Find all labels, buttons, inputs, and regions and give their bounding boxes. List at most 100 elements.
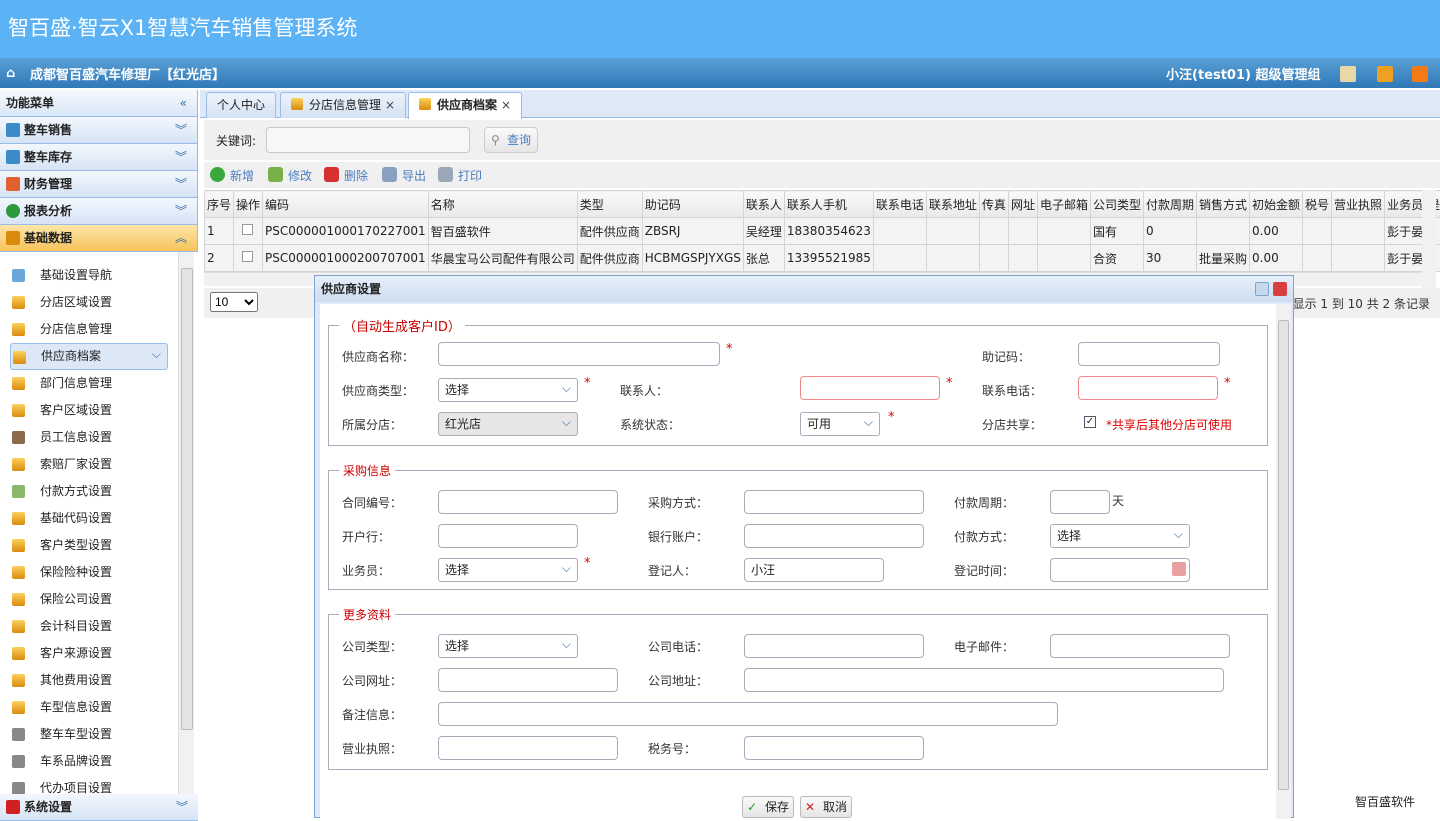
regtime-input[interactable] bbox=[1050, 558, 1190, 582]
close-icon[interactable]: × bbox=[501, 98, 511, 112]
supplier-type-select[interactable]: 选择 bbox=[438, 378, 578, 402]
period-input[interactable] bbox=[1050, 490, 1110, 514]
group-vehicle-stock[interactable]: 整车库存︾ bbox=[0, 144, 197, 171]
email-input[interactable] bbox=[1050, 634, 1230, 658]
group-vehicle-sales[interactable]: 整车销售︾ bbox=[0, 117, 197, 144]
sidebar-item[interactable]: 车系品牌设置 bbox=[10, 748, 168, 775]
status-select[interactable]: 可用 bbox=[800, 412, 880, 436]
add-button[interactable]: 新增 bbox=[210, 167, 254, 184]
tab-personal[interactable]: 个人中心 bbox=[206, 92, 276, 118]
sidebar-item[interactable]: 客户来源设置 bbox=[10, 640, 168, 667]
column-header[interactable]: 初始金额 bbox=[1250, 191, 1303, 218]
sidebar-item[interactable]: 基础代码设置 bbox=[10, 505, 168, 532]
column-header[interactable]: 助记码 bbox=[642, 191, 743, 218]
print-button[interactable]: 打印 bbox=[438, 167, 482, 184]
sidebar-item[interactable]: 客户类型设置 bbox=[10, 532, 168, 559]
column-header[interactable]: 公司类型 bbox=[1090, 191, 1143, 218]
share-checkbox[interactable]: ✓ bbox=[1084, 416, 1096, 428]
group-reports[interactable]: 报表分析︾ bbox=[0, 198, 197, 225]
sidebar-item[interactable]: 保险公司设置 bbox=[10, 586, 168, 613]
home-icon[interactable]: ⌂ bbox=[6, 66, 20, 80]
column-header[interactable]: 类型 bbox=[577, 191, 642, 218]
column-header[interactable]: 付款周期 bbox=[1143, 191, 1196, 218]
maximize-icon[interactable] bbox=[1255, 282, 1269, 296]
key-icon[interactable] bbox=[1377, 66, 1393, 82]
sidebar-item[interactable]: 客户区域设置 bbox=[10, 397, 168, 424]
column-header[interactable]: 网址 bbox=[1008, 191, 1037, 218]
dialog-scrollbar[interactable] bbox=[1276, 304, 1291, 819]
sidebar-item[interactable]: 整车车型设置 bbox=[10, 721, 168, 748]
sidebar-item-nav[interactable]: 基础设置导航 bbox=[10, 262, 168, 289]
page-size-select[interactable]: 10 bbox=[210, 292, 258, 312]
sidebar-scrollbar[interactable] bbox=[178, 252, 194, 794]
register-input[interactable]: 小汪 bbox=[744, 558, 884, 582]
contact-input[interactable] bbox=[800, 376, 940, 400]
delete-button[interactable]: 删除 bbox=[324, 167, 368, 184]
column-header[interactable]: 传真 bbox=[979, 191, 1008, 218]
row-checkbox[interactable] bbox=[242, 251, 253, 262]
calendar-icon[interactable] bbox=[1172, 562, 1186, 576]
column-header[interactable]: 联系人 bbox=[743, 191, 784, 218]
column-header[interactable]: 销售方式 bbox=[1197, 191, 1250, 218]
close-icon[interactable]: × bbox=[385, 98, 395, 112]
tab-branch-info[interactable]: 分店信息管理× bbox=[280, 92, 406, 118]
sidebar-item[interactable]: 分店信息管理 bbox=[10, 316, 168, 343]
close-icon[interactable] bbox=[1273, 282, 1287, 296]
account-input[interactable] bbox=[744, 524, 924, 548]
row-checkbox[interactable] bbox=[242, 224, 253, 235]
column-header[interactable]: 名称 bbox=[428, 191, 577, 218]
note-input[interactable] bbox=[438, 702, 1058, 726]
column-header[interactable]: 营业执照 bbox=[1332, 191, 1385, 218]
sidebar-item[interactable]: 员工信息设置 bbox=[10, 424, 168, 451]
contract-input[interactable] bbox=[438, 490, 618, 514]
group-finance[interactable]: 财务管理︾ bbox=[0, 171, 197, 198]
edit-button[interactable]: 修改 bbox=[268, 167, 312, 184]
phone-input[interactable] bbox=[1078, 376, 1218, 400]
sidebar-item[interactable]: 付款方式设置 bbox=[10, 478, 168, 505]
search-button[interactable]: ⚲查询 bbox=[484, 127, 538, 153]
column-header[interactable]: 业务员 bbox=[1385, 191, 1426, 218]
table-row[interactable]: 2PSC000001000200707001华晨宝马公司配件有限公司配件供应商H… bbox=[205, 245, 1440, 272]
search-input[interactable] bbox=[266, 127, 470, 153]
group-basic-data[interactable]: 基础数据︽ bbox=[0, 225, 197, 252]
column-header[interactable]: 联系电话 bbox=[873, 191, 926, 218]
column-header[interactable]: 序号 bbox=[205, 191, 234, 218]
sidebar-item[interactable]: 部门信息管理 bbox=[10, 370, 168, 397]
column-header[interactable]: 联系地址 bbox=[926, 191, 979, 218]
cancel-button[interactable]: ✕取消 bbox=[800, 796, 852, 818]
purchase-input[interactable] bbox=[744, 490, 924, 514]
bank-input[interactable] bbox=[438, 524, 578, 548]
address-input[interactable] bbox=[744, 668, 1224, 692]
sidebar-item-supplier[interactable]: 供应商档案 bbox=[10, 343, 168, 370]
grid-vscroll[interactable] bbox=[1422, 190, 1436, 290]
table-row[interactable]: 1PSC000001000170227001智百盛软件配件供应商ZBSRJ吴经理… bbox=[205, 218, 1440, 245]
column-header[interactable]: 电子邮箱 bbox=[1037, 191, 1090, 218]
sidebar-item[interactable]: 保险险种设置 bbox=[10, 559, 168, 586]
company-type-select[interactable]: 选择 bbox=[438, 634, 578, 658]
column-header[interactable]: 税号 bbox=[1303, 191, 1332, 218]
supplier-name-input[interactable] bbox=[438, 342, 720, 366]
column-header[interactable]: 联系人手机 bbox=[784, 191, 873, 218]
branch-select[interactable]: 红光店 bbox=[438, 412, 578, 436]
sidebar-item[interactable]: 会计科目设置 bbox=[10, 613, 168, 640]
sidebar-item[interactable]: 分店区域设置 bbox=[10, 289, 168, 316]
mnemonic-input[interactable] bbox=[1078, 342, 1220, 366]
license-input[interactable] bbox=[438, 736, 618, 760]
sidebar-item[interactable]: 索赔厂家设置 bbox=[10, 451, 168, 478]
column-header[interactable]: 编码 bbox=[263, 191, 429, 218]
website-input[interactable] bbox=[438, 668, 618, 692]
column-header[interactable]: 操作 bbox=[234, 191, 263, 218]
logout-icon[interactable] bbox=[1412, 66, 1428, 82]
sidebar-item[interactable]: 车型信息设置 bbox=[10, 694, 168, 721]
paymode-select[interactable]: 选择 bbox=[1050, 524, 1190, 548]
sales-select[interactable]: 选择 bbox=[438, 558, 578, 582]
company-phone-input[interactable] bbox=[744, 634, 924, 658]
collapse-icon[interactable]: « bbox=[180, 90, 187, 116]
tab-supplier[interactable]: 供应商档案× bbox=[408, 92, 522, 119]
export-button[interactable]: 导出 bbox=[382, 167, 426, 184]
sidebar-item[interactable]: 代办项目设置 bbox=[10, 775, 168, 794]
sidebar-item[interactable]: 其他费用设置 bbox=[10, 667, 168, 694]
tax-input[interactable] bbox=[744, 736, 924, 760]
group-system-settings[interactable]: 系统设置︾ bbox=[0, 794, 198, 821]
profile-icon[interactable] bbox=[1340, 66, 1356, 82]
